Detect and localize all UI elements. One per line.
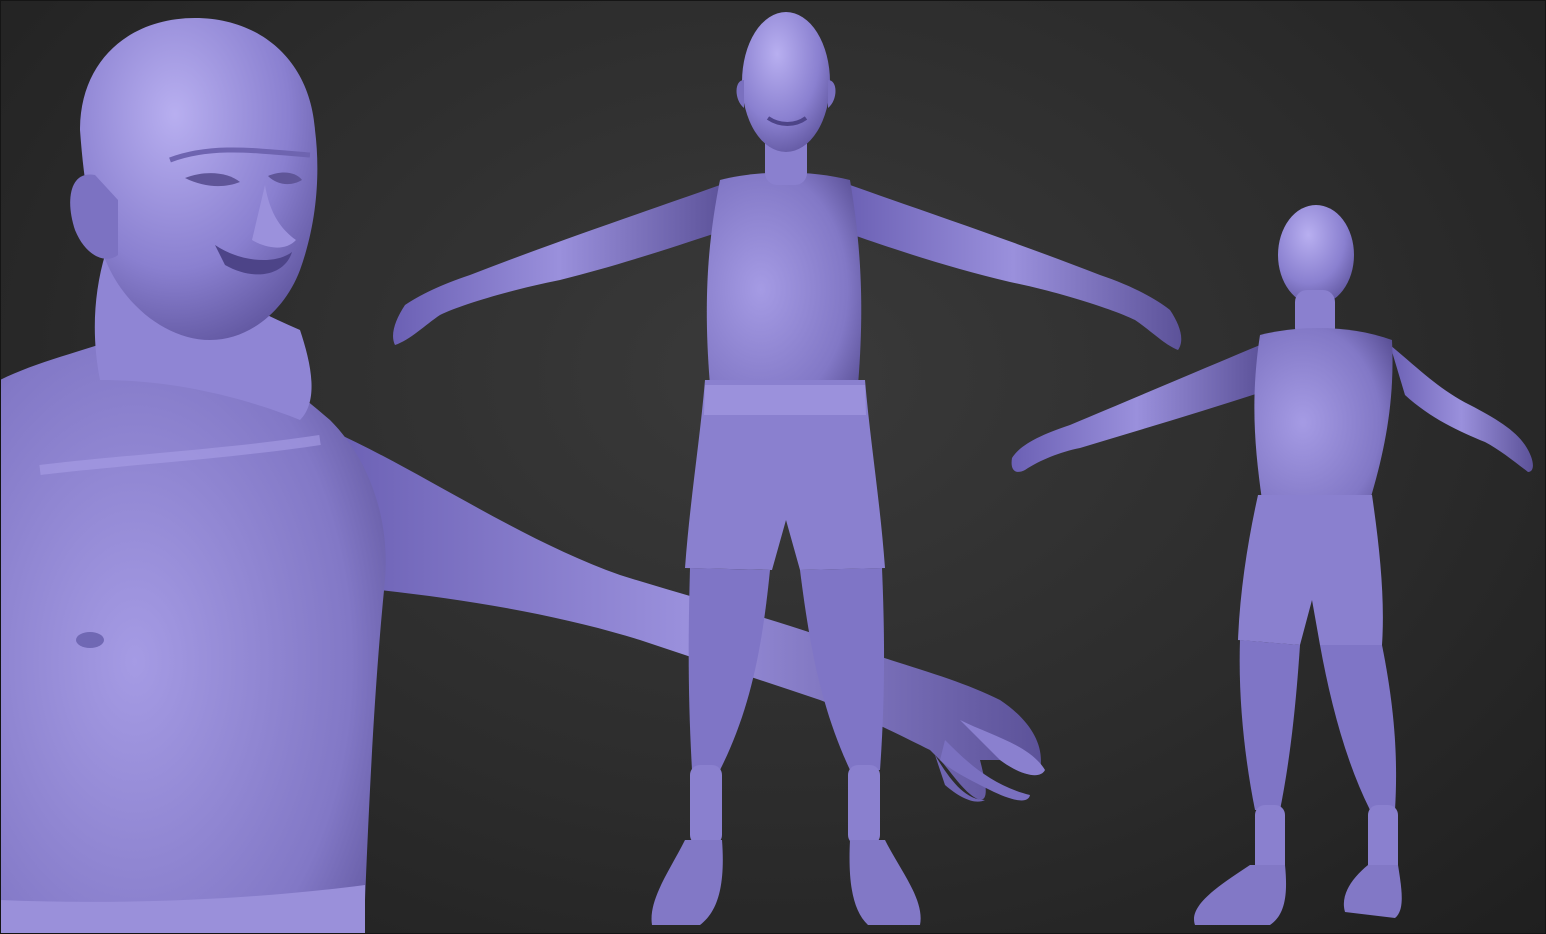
closeup-nipple — [76, 632, 104, 648]
back-arm-left — [1011, 345, 1262, 472]
closeup-figure — [0, 18, 1045, 934]
front-sock-right — [848, 765, 880, 845]
back-sock-left — [1255, 805, 1285, 875]
front-torso — [706, 172, 862, 385]
back-shorts — [1238, 495, 1383, 645]
front-sock-left — [690, 765, 722, 845]
back-leg-right — [1320, 645, 1397, 810]
back-figure — [1011, 205, 1533, 925]
back-shoe-left — [1194, 865, 1287, 925]
sculpt-render — [0, 12, 1533, 934]
closeup-torso — [0, 328, 386, 934]
viewport-canvas[interactable] — [0, 0, 1546, 934]
front-waistband — [704, 385, 866, 415]
front-ear-left — [736, 80, 744, 108]
front-arm-right — [845, 185, 1182, 350]
front-figure — [393, 12, 1182, 925]
back-torso — [1254, 328, 1393, 500]
closeup-arm — [330, 430, 1041, 800]
back-sock-right — [1368, 805, 1398, 875]
front-ear-right — [828, 80, 836, 108]
front-head — [742, 12, 830, 152]
back-shoe-right — [1343, 865, 1402, 918]
front-arm-left — [393, 185, 725, 345]
back-leg-left — [1239, 640, 1300, 810]
back-arm-right — [1390, 345, 1533, 472]
front-shoe-left — [651, 840, 723, 925]
front-shoe-right — [849, 840, 921, 925]
